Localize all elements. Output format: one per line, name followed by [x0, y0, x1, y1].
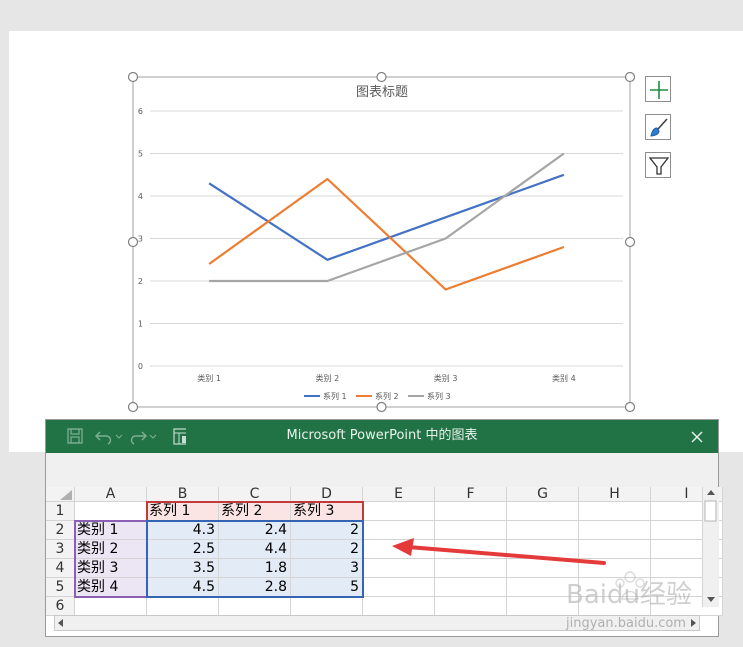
- watermark-logo-text: Baidu经验: [566, 580, 692, 610]
- baidu-watermark: Baidu经验 jingyan.baidu.com: [565, 571, 692, 631]
- watermark-url-text: jingyan.baidu.com: [565, 616, 686, 631]
- annotation-arrow: [392, 538, 606, 565]
